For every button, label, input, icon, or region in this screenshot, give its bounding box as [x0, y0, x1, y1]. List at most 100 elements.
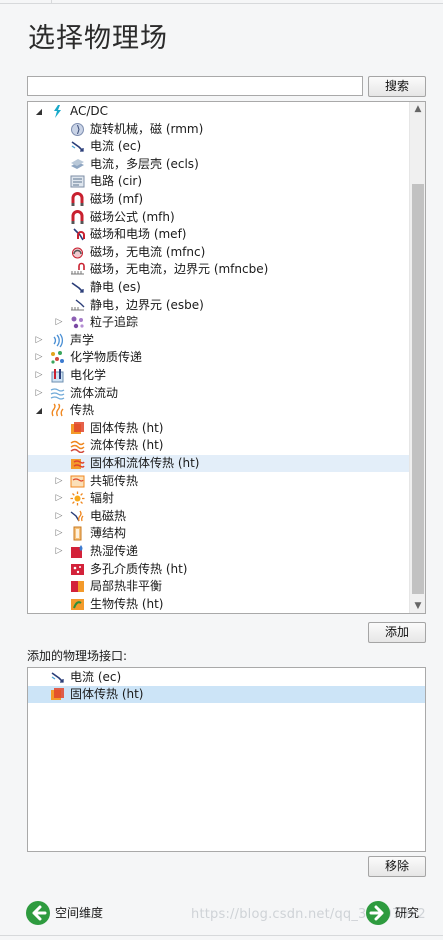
- tree-item-label: AC/DC: [70, 104, 109, 118]
- collapsed-caret-icon[interactable]: ▷: [54, 490, 64, 507]
- electrostatics-icon: [70, 280, 85, 295]
- collapsed-caret-icon[interactable]: ▷: [54, 508, 64, 525]
- tree-item[interactable]: 流体传热 (ht): [28, 437, 410, 454]
- heat-solids-icon: [70, 421, 85, 436]
- tree-item-label: 磁场，无电流，边界元 (mfncbe): [90, 262, 269, 277]
- tree-item[interactable]: ▷ 热湿传递: [28, 543, 410, 560]
- added-list-item[interactable]: 固体传热 (ht): [28, 686, 425, 703]
- local-thermal-nonequilibrium-icon: [70, 579, 85, 594]
- tree-item-label: 电流 (ec): [90, 139, 142, 154]
- tree-item-label: 共轭传热: [90, 473, 139, 488]
- top-border: [0, 0, 443, 4]
- porous-media-heat-icon: [70, 562, 85, 577]
- tree-item-label: 生物传热 (ht): [90, 596, 164, 611]
- next-label: 研究: [395, 906, 420, 920]
- collapsed-caret-icon[interactable]: ▷: [34, 349, 44, 366]
- search-button[interactable]: 搜索: [368, 76, 426, 97]
- tree-item[interactable]: 磁场和电场 (mef): [28, 226, 410, 243]
- expanded-caret-icon[interactable]: ◢: [34, 103, 44, 120]
- collapsed-caret-icon[interactable]: ▷: [54, 473, 64, 490]
- tree-item-label: 磁场，无电流 (mfnc): [90, 244, 206, 259]
- electromagnetic-heating-icon: [70, 509, 85, 524]
- heat-solids-icon: [50, 687, 65, 702]
- electrochemistry-icon: [50, 368, 65, 383]
- tree-item[interactable]: 电流，多层壳 (ecls): [28, 156, 410, 173]
- tree-item[interactable]: ▷ 声学: [28, 332, 410, 349]
- tree-item[interactable]: 电流 (ec): [28, 138, 410, 155]
- collapsed-caret-icon[interactable]: ▷: [54, 543, 64, 560]
- added-interfaces-list[interactable]: 电流 (ec) 固体传热 (ht): [27, 667, 426, 852]
- acdc-icon: [50, 104, 65, 119]
- scrollbar-thumb[interactable]: [412, 184, 424, 594]
- tree-item-label: 电磁热: [90, 508, 127, 523]
- tree-item[interactable]: ▷ 共轭传热: [28, 473, 410, 490]
- search-input[interactable]: [27, 76, 363, 96]
- tree-item[interactable]: 磁场，无电流 (mfnc): [28, 244, 410, 261]
- tree-item-label: 磁场和电场 (mef): [90, 227, 187, 242]
- bioheat-icon: [70, 597, 85, 612]
- tree-item-label: 热湿传递: [90, 544, 139, 558]
- tree-item[interactable]: ▷ 化学物质传递: [28, 349, 410, 366]
- tree-item-label: 辐射: [90, 491, 115, 506]
- back-space-dimension-button[interactable]: 空间维度: [26, 900, 136, 926]
- tree-item[interactable]: 电路 (cir): [28, 173, 410, 190]
- tree-item-label: 粒子追踪: [90, 315, 139, 330]
- tree-item[interactable]: 局部热非平衡: [28, 578, 410, 595]
- magnetic-electric-icon: [70, 227, 85, 242]
- tree-item-label: 磁场 (mf): [90, 192, 144, 206]
- conjugate-heat-icon: [70, 474, 85, 489]
- tree-item[interactable]: 旋转机械，磁 (rmm): [28, 121, 410, 138]
- electric-currents-icon: [70, 139, 85, 154]
- tree-item[interactable]: ▷ 粒子追踪: [28, 314, 410, 331]
- tree-item[interactable]: 固体传热 (ht): [28, 420, 410, 437]
- tree-item[interactable]: ▷ 流体流动: [28, 385, 410, 402]
- tree-item-label: 局部热非平衡: [90, 579, 163, 594]
- tree-item[interactable]: 磁场 (mf): [28, 191, 410, 208]
- tree-item[interactable]: 生物传热 (ht): [28, 596, 410, 613]
- remove-button[interactable]: 移除: [368, 856, 426, 877]
- tree-item-label: 电路 (cir): [90, 174, 143, 189]
- magnetic-no-current-icon: [70, 245, 85, 260]
- top-tab-edge: [0, 0, 52, 4]
- magnet-formulation-icon: [70, 209, 85, 225]
- particle-tracing-icon: [70, 315, 85, 330]
- added-item-label: 电流 (ec): [70, 670, 122, 684]
- tree-item-label: 薄结构: [90, 526, 127, 541]
- tree-item[interactable]: 多孔介质传热 (ht): [28, 561, 410, 578]
- tree-item[interactable]: ▷ 薄结构: [28, 525, 410, 542]
- added-list-item[interactable]: 电流 (ec): [28, 669, 425, 686]
- tree-scrollbar[interactable]: ▲ ▼: [409, 102, 425, 613]
- tree-item[interactable]: ◢ AC/DC: [28, 103, 410, 120]
- added-interfaces-label: 添加的物理场接口:: [27, 649, 128, 663]
- physics-tree[interactable]: ◢ AC/DC 旋转机械，磁 (rmm) 电流 (ec) 电流，多层壳 (ecls) 电路…: [27, 101, 426, 614]
- next-study-button[interactable]: 研究: [366, 900, 426, 926]
- boundary-element-icon: [70, 262, 85, 277]
- tree-item[interactable]: ▷ 电化学: [28, 367, 410, 384]
- tree-item[interactable]: 静电 (es): [28, 279, 410, 296]
- add-button[interactable]: 添加: [368, 622, 426, 643]
- tree-item[interactable]: ▷ 电磁热: [28, 508, 410, 525]
- electric-currents-icon: [50, 670, 65, 685]
- tree-item[interactable]: ◢ 传热: [28, 402, 410, 419]
- tree-item[interactable]: 磁场，无电流，边界元 (mfncbe): [28, 261, 410, 278]
- next-arrow-icon: [366, 901, 390, 925]
- scroll-up-arrow-icon[interactable]: ▲: [410, 102, 425, 116]
- tree-item-label: 流体流动: [70, 385, 119, 400]
- tree-item-label: 传热: [70, 403, 95, 418]
- tree-item[interactable]: 固体和流体传热 (ht): [28, 455, 410, 472]
- collapsed-caret-icon[interactable]: ▷: [34, 385, 44, 402]
- layered-shell-icon: [70, 157, 85, 172]
- collapsed-caret-icon[interactable]: ▷: [54, 525, 64, 542]
- collapsed-caret-icon[interactable]: ▷: [34, 367, 44, 384]
- scroll-down-arrow-icon[interactable]: ▼: [410, 599, 425, 613]
- collapsed-caret-icon[interactable]: ▷: [54, 314, 64, 331]
- tree-item-label: 化学物质传递: [70, 350, 143, 365]
- collapsed-caret-icon[interactable]: ▷: [34, 332, 44, 349]
- tree-item[interactable]: ▷ 辐射: [28, 490, 410, 507]
- tree-item[interactable]: 磁场公式 (mfh): [28, 209, 410, 226]
- back-label: 空间维度: [55, 906, 104, 920]
- thin-structures-icon: [70, 526, 85, 541]
- expanded-caret-icon[interactable]: ◢: [34, 402, 44, 419]
- heat-moisture-icon: [70, 544, 85, 559]
- tree-item[interactable]: 静电，边界元 (esbe): [28, 297, 410, 314]
